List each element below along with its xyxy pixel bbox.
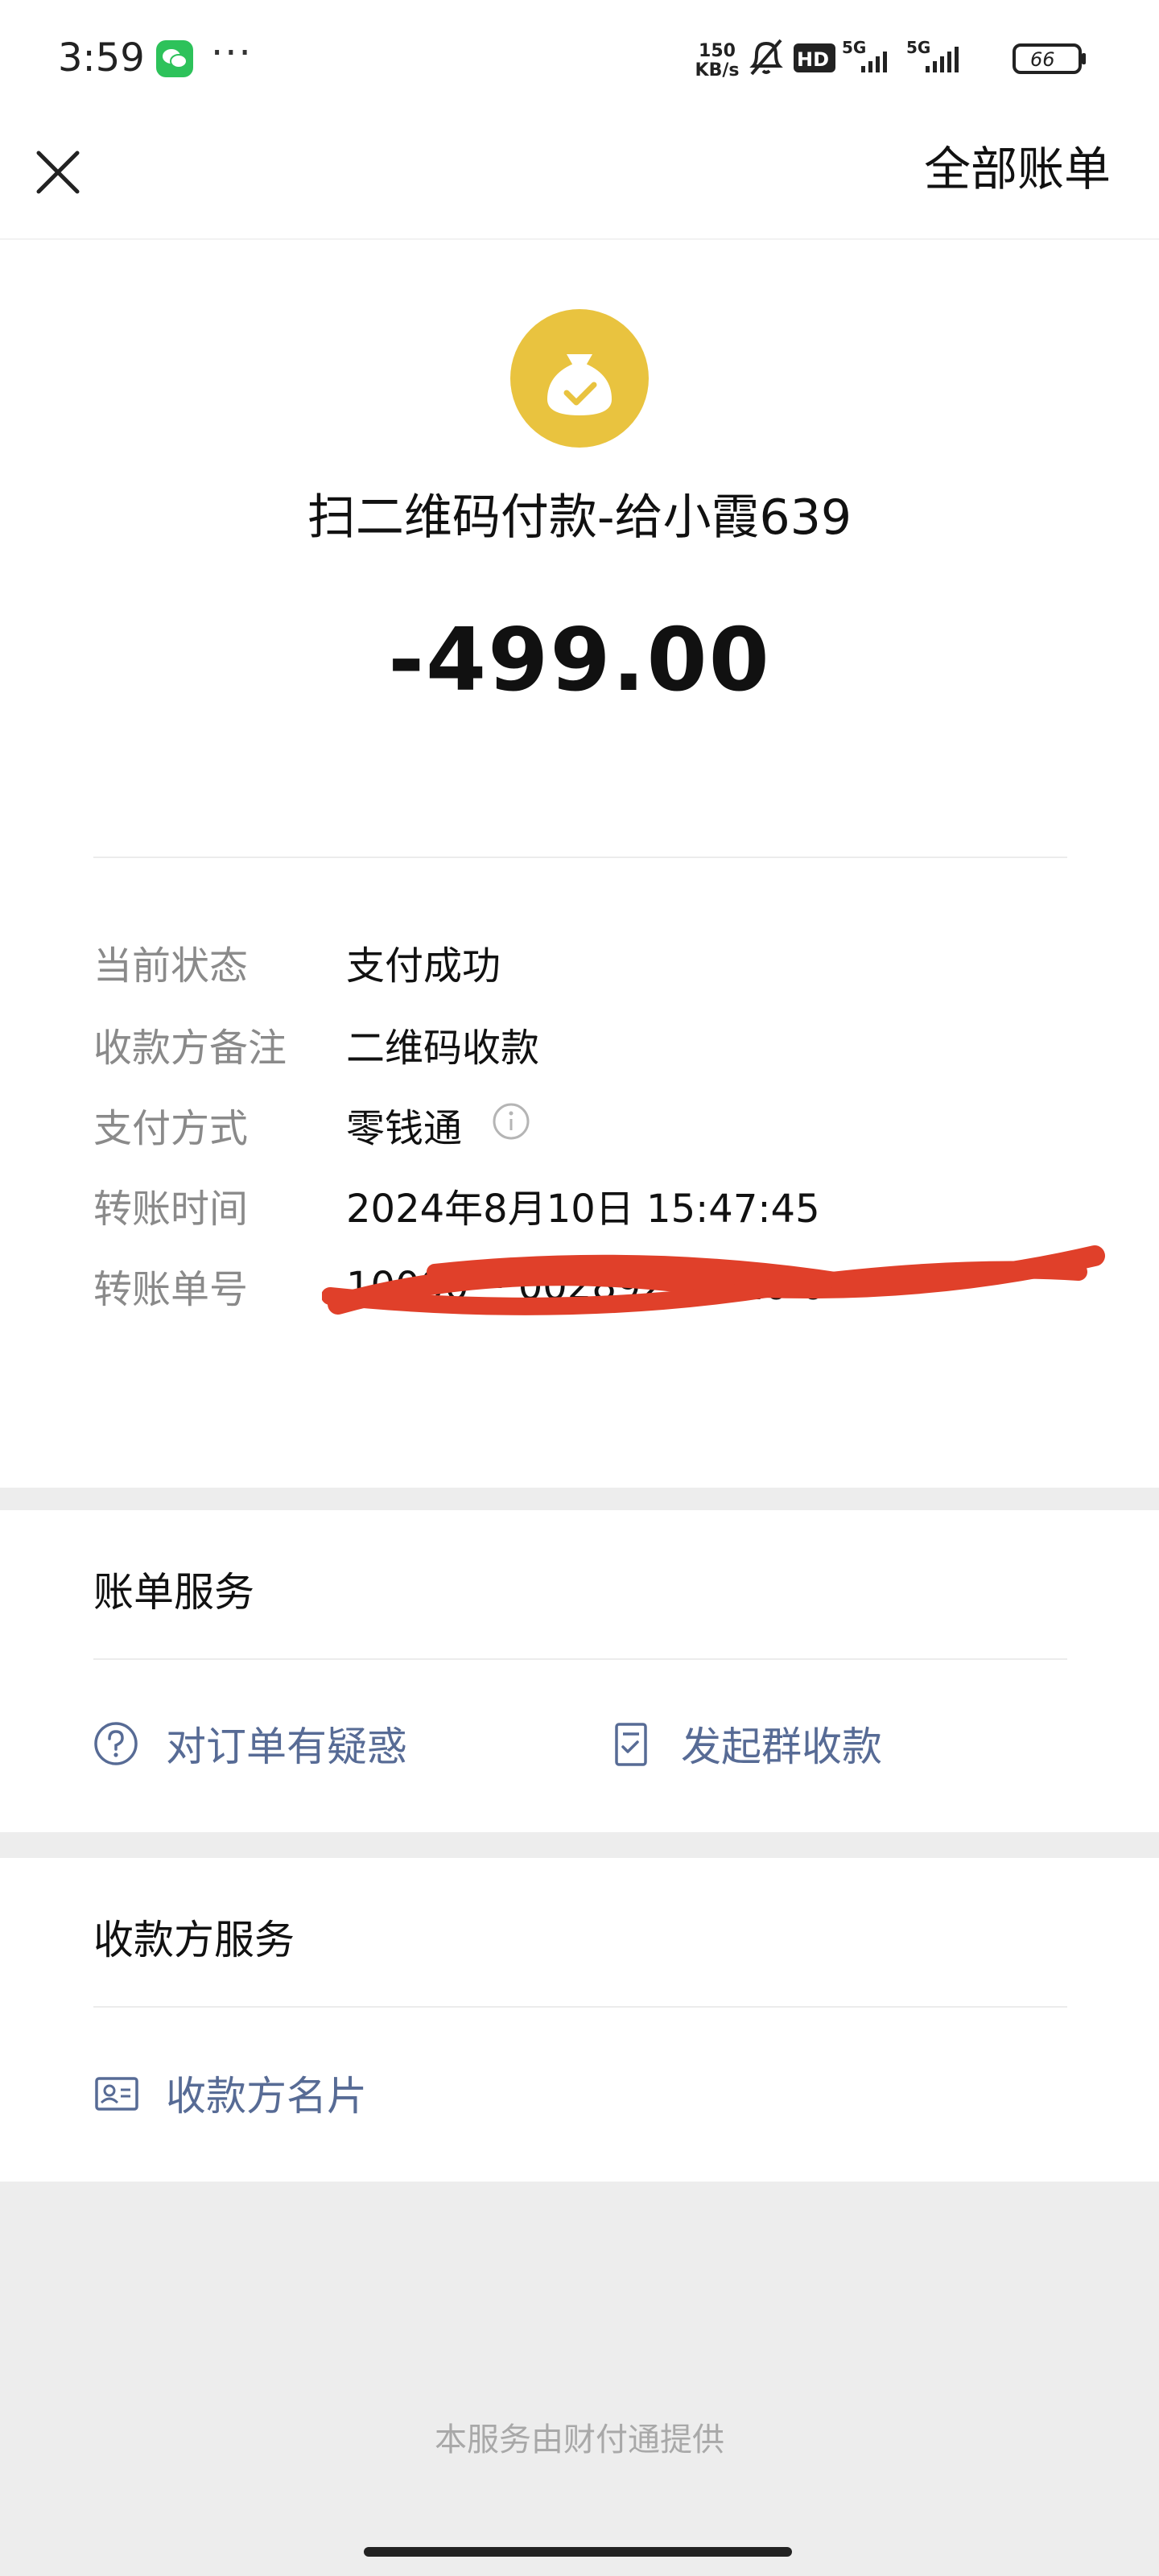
bill-services-card: 账单服务 对订单有疑惑 发起群收款 <box>0 1510 1159 1832</box>
divider <box>93 2006 1067 2008</box>
silent-bell-icon <box>749 39 783 76</box>
close-button[interactable] <box>27 142 89 203</box>
service-label: 收款方名片 <box>166 2073 367 2120</box>
detail-label: 收款方备注 <box>93 1026 287 1071</box>
payee-services-card: 收款方服务 收款方名片 <box>0 1858 1159 2182</box>
status-bar: 3:59 ··· 150 KB/s HD 5G 5G 66 <box>0 0 1159 121</box>
net-speed-value: 150 <box>699 41 736 61</box>
detail-row-payment-method: 支付方式 零钱通 <box>93 1096 1067 1153</box>
detail-value: 支付成功 <box>346 943 501 989</box>
detail-value: 零钱通 <box>346 1106 463 1151</box>
signal-icon: 5G <box>842 38 887 72</box>
transaction-title: 扫二维码付款-给小霞639 <box>307 489 852 546</box>
detail-row-remark: 收款方备注 二维码收款 <box>93 1016 1067 1072</box>
footer-note: 本服务由财付通提供 <box>435 2421 724 2458</box>
detail-label: 转账时间 <box>93 1187 249 1232</box>
close-icon <box>36 151 80 194</box>
wechat-icon <box>156 40 193 77</box>
section-title: 账单服务 <box>93 1569 254 1616</box>
signal-icon: 5G <box>906 38 959 72</box>
service-label: 发起群收款 <box>681 1724 882 1770</box>
detail-value: 二维码收款 <box>346 1026 540 1071</box>
detail-row-status: 当前状态 支付成功 <box>93 934 1067 990</box>
detail-label: 当前状态 <box>93 943 249 989</box>
contact-card-icon <box>95 2077 138 2111</box>
detail-label: 转账单号 <box>93 1267 249 1312</box>
section-title: 收款方服务 <box>93 1917 295 1963</box>
transaction-amount: -499.00 <box>388 610 771 711</box>
detail-value: 2024年8月10日 15:47:45 <box>346 1187 820 1232</box>
network-speed: 150 KB/s <box>689 42 745 80</box>
money-bag-icon <box>510 309 649 448</box>
home-indicator[interactable] <box>364 2547 792 2557</box>
detail-label: 支付方式 <box>93 1106 249 1151</box>
detail-row-time: 转账时间 2024年8月10日 15:47:45 <box>93 1177 1067 1233</box>
battery-icon: 66 <box>1013 43 1086 74</box>
battery-level: 66 <box>1030 48 1055 71</box>
info-icon[interactable] <box>491 1101 531 1141</box>
hd-text: HD <box>797 48 829 71</box>
status-icons: HD 5G 5G 66 <box>749 38 1086 76</box>
net-speed-unit: KB/s <box>695 60 740 80</box>
service-label: 对订单有疑惑 <box>166 1724 407 1770</box>
document-check-icon <box>615 1723 647 1766</box>
all-bills-button[interactable]: 全部账单 <box>924 137 1111 201</box>
redaction-scribble <box>322 1245 1105 1315</box>
network-1: 5G <box>842 38 866 57</box>
more-notifications-icon: ··· <box>211 31 253 76</box>
divider <box>93 1658 1067 1660</box>
status-time: 3:59 <box>58 35 145 80</box>
network-2: 5G <box>906 38 930 57</box>
question-circle-icon <box>94 1722 138 1765</box>
header: 全部账单 <box>0 121 1159 238</box>
hd-icon: HD <box>794 43 835 72</box>
divider <box>93 857 1067 858</box>
